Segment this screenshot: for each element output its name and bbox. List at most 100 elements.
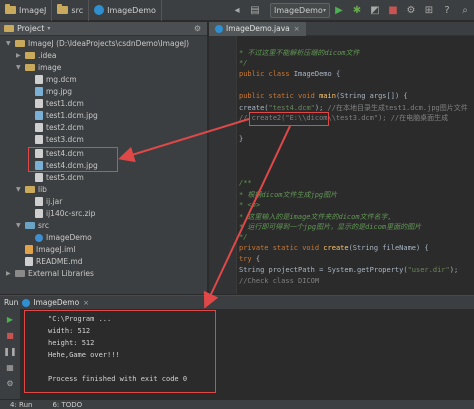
code-line: String projectPath = System.getProperty(… bbox=[239, 266, 458, 276]
stop-icon[interactable]: ■ bbox=[4, 329, 16, 341]
tree-item-idea[interactable]: ▶ .idea bbox=[16, 50, 56, 61]
code-token: String projectPath = System.getProperty( bbox=[239, 266, 408, 274]
debug-icon[interactable]: ✱ bbox=[350, 3, 364, 17]
build-icon[interactable]: ▤ bbox=[248, 3, 262, 17]
code-token: //Check class DICOM bbox=[239, 276, 320, 285]
code-line: public static void main(String args[]) { bbox=[239, 92, 408, 102]
code-token: create( bbox=[239, 103, 269, 112]
code-line: * 运行即可得到一个jpg图片，显示的是dicom里面的图片 bbox=[239, 222, 421, 232]
tree-item-label: test1.dcm.jpg bbox=[46, 111, 98, 120]
tree-item-file[interactable]: test1.dcm.jpg bbox=[35, 110, 98, 121]
code-token: public static void bbox=[239, 91, 320, 100]
code-editor[interactable]: ImageDemo.java × * 不过这里不能解析压缩的dicom文件 */… bbox=[209, 21, 474, 294]
tree-item-label: mg.jpg bbox=[46, 87, 73, 96]
run-config-select[interactable]: ImageDemo ▾ bbox=[270, 2, 330, 18]
code-token: * 这里输入的是image文件夹的dicom文件名字, bbox=[239, 212, 392, 221]
tree-item-label: External Libraries bbox=[28, 269, 94, 278]
chevron-right-icon: ▶ bbox=[16, 52, 21, 59]
run-icon[interactable]: ▶ bbox=[332, 3, 346, 17]
tree-item-file[interactable]: test2.dcm bbox=[35, 122, 84, 133]
folder-icon bbox=[25, 186, 35, 193]
code-token: } bbox=[239, 135, 244, 144]
back-icon[interactable]: ◂ bbox=[230, 3, 244, 17]
tree-item-label: lib bbox=[38, 185, 47, 194]
dump-threads-icon[interactable]: ▦ bbox=[4, 361, 16, 373]
image-file-icon bbox=[35, 111, 43, 120]
settings-icon[interactable]: ⚙ bbox=[4, 377, 16, 389]
tree-item-external-libraries[interactable]: ▶ External Libraries bbox=[6, 268, 94, 279]
code-line: } bbox=[239, 135, 243, 145]
tree-item-file[interactable]: test3.dcm bbox=[35, 134, 84, 145]
breadcrumb-file-label: ImageDemo bbox=[107, 5, 156, 15]
chevron-down-icon: ▼ bbox=[6, 40, 11, 47]
code-line: */ bbox=[239, 59, 247, 69]
tree-item-label: test3.dcm bbox=[46, 135, 84, 144]
coverage-icon[interactable]: ◩ bbox=[368, 3, 382, 17]
code-token: * 运行即可得到一个jpg图片，显示的是dicom里面的图片 bbox=[239, 223, 422, 232]
tree-item-file[interactable]: mg.jpg bbox=[35, 86, 72, 97]
folder-icon bbox=[5, 4, 16, 14]
tree-item-file[interactable]: test5.dcm bbox=[35, 172, 84, 183]
breadcrumb-project-label: ImageJ bbox=[19, 5, 47, 15]
help-icon[interactable]: ? bbox=[440, 3, 454, 17]
code-line: * 不过这里不能解析压缩的dicom文件 bbox=[239, 48, 360, 58]
code-token: * 不过这里不能解析压缩的dicom文件 bbox=[239, 49, 360, 57]
tree-item-file[interactable]: test1.dcm bbox=[35, 98, 84, 109]
breadcrumb-file[interactable]: ImageDemo bbox=[89, 0, 162, 21]
project-panel-title[interactable]: Project bbox=[17, 24, 44, 33]
pause-icon[interactable]: ❚❚ bbox=[3, 345, 16, 357]
tree-item-file[interactable]: mg.dcm bbox=[35, 74, 77, 85]
tree-item-file[interactable]: ij140c-src.zip bbox=[35, 208, 95, 219]
bottom-tab-run[interactable]: 4: Run bbox=[0, 401, 42, 409]
gear-icon[interactable]: ⚙ bbox=[194, 24, 201, 33]
code-token: public class bbox=[239, 69, 294, 78]
breadcrumb-project[interactable]: ImageJ bbox=[0, 0, 53, 21]
code-token: "test4.dcm" bbox=[268, 103, 315, 112]
editor-gutter bbox=[209, 36, 237, 294]
close-icon[interactable]: × bbox=[294, 25, 300, 33]
tree-item-class[interactable]: ImageDemo bbox=[35, 232, 92, 243]
code-token: (String fileName) { bbox=[348, 244, 429, 253]
code-line: */ bbox=[239, 233, 247, 243]
markdown-file-icon bbox=[25, 257, 33, 266]
tree-item-file[interactable]: ij.jar bbox=[35, 196, 62, 207]
code-line: * <p> bbox=[239, 201, 260, 211]
class-icon bbox=[22, 298, 31, 307]
search-icon[interactable]: ⌕ bbox=[458, 3, 472, 17]
tree-item-module[interactable]: ▼ ImageJ (D:\IdeaProjects\csdnDemo\Image… bbox=[6, 38, 189, 49]
code-token: ImageDemo { bbox=[293, 69, 341, 78]
run-toolbar: ▶ ■ ❚❚ ▦ ⚙ bbox=[0, 309, 20, 400]
editor-tab[interactable]: ImageDemo.java × bbox=[209, 21, 306, 36]
class-icon bbox=[35, 233, 43, 242]
settings-icon[interactable]: ⚙ bbox=[404, 3, 418, 17]
bottom-tab-todo[interactable]: 6: TODO bbox=[42, 401, 92, 409]
tree-item-label: ImageJ.iml bbox=[36, 245, 76, 254]
tree-item-label: mg.dcm bbox=[46, 75, 77, 84]
breadcrumb-src[interactable]: src bbox=[52, 0, 90, 21]
tree-item-file[interactable]: README.md bbox=[25, 256, 83, 267]
run-panel-title: Run bbox=[4, 298, 19, 307]
jar-icon bbox=[35, 197, 43, 206]
tree-item-label: ij140c-src.zip bbox=[46, 209, 96, 218]
close-icon[interactable]: × bbox=[83, 299, 89, 307]
code-token: ); bbox=[449, 266, 459, 274]
code-token: try bbox=[239, 255, 256, 264]
class-icon bbox=[94, 5, 105, 15]
code-line: public class ImageDemo { bbox=[239, 70, 340, 80]
code-token: (String args[]) { bbox=[335, 91, 408, 100]
stop-icon[interactable]: ■ bbox=[386, 3, 400, 17]
folder-icon bbox=[25, 64, 35, 71]
tree-item-src[interactable]: ▼ src bbox=[16, 220, 49, 231]
editor-tab-bar: ImageDemo.java × bbox=[209, 21, 474, 36]
tree-item-label: ImageJ (D:\IdeaProjects\csdnDemo\ImageJ) bbox=[28, 39, 190, 48]
structure-icon[interactable]: ⊞ bbox=[422, 3, 436, 17]
code-line: /** bbox=[239, 179, 252, 189]
run-config-tab[interactable]: ImageDemo bbox=[33, 298, 79, 307]
rerun-icon[interactable]: ▶ bbox=[4, 313, 16, 325]
code-token: /** bbox=[239, 178, 252, 187]
tree-item-file[interactable]: ImageJ.iml bbox=[25, 244, 76, 255]
tree-item-image[interactable]: ▼ image bbox=[16, 62, 61, 73]
editor-tab-label: ImageDemo.java bbox=[226, 24, 290, 33]
chevron-down-icon: ▾ bbox=[322, 6, 326, 14]
tree-item-lib[interactable]: ▼ lib bbox=[16, 184, 47, 195]
